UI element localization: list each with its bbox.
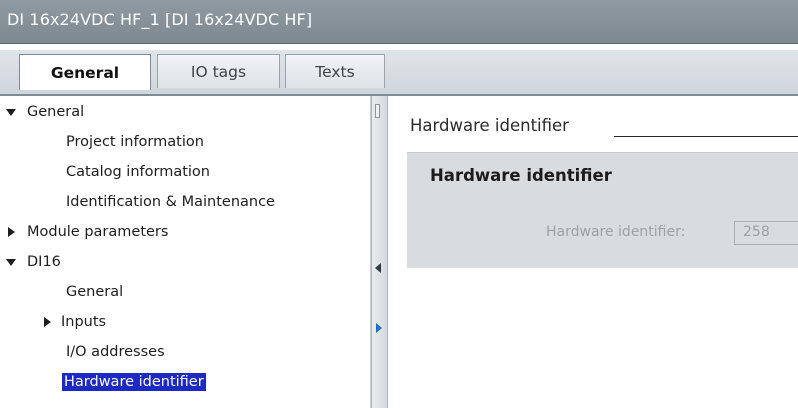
expand-right-arrow-icon[interactable] [376, 323, 382, 333]
expanded-triangle-icon[interactable] [6, 108, 16, 116]
nav-item-module-parameters[interactable]: Module parameters [0, 217, 370, 247]
nav-item-di16-general[interactable]: General [0, 277, 370, 307]
nav-item-label: Module parameters [27, 224, 169, 240]
tab-strip: General IO tags Texts [0, 44, 798, 96]
nav-item-label: General [27, 104, 85, 120]
nav-item-io-addresses[interactable]: I/O addresses [0, 337, 370, 367]
nav-item-project-information[interactable]: Project information [0, 127, 370, 157]
hardware-identifier-field: 258 [734, 221, 798, 245]
navigation-tree: General Project information Catalog info… [0, 96, 371, 408]
nav-item-label: Catalog information [66, 164, 210, 180]
nav-item-hardware-identifier[interactable]: Hardware identifier [0, 367, 370, 397]
tab-texts-label: Texts [315, 62, 355, 81]
tab-general[interactable]: General [19, 54, 151, 90]
nav-item-label: I/O addresses [66, 344, 165, 360]
nav-item-label: Identification & Maintenance [66, 194, 275, 210]
properties-content: Hardware identifier Hardware identifier … [388, 96, 798, 408]
nav-item-label: General [66, 284, 124, 300]
section-heading: Hardware identifier [410, 116, 569, 135]
panel-title: Hardware identifier [430, 166, 612, 185]
expanded-triangle-icon[interactable] [6, 258, 16, 266]
tab-io-tags-label: IO tags [190, 62, 247, 81]
hardware-identifier-panel: Hardware identifier Hardware identifier:… [407, 152, 798, 268]
splitter-grip[interactable] [375, 104, 380, 118]
nav-item-label: Project information [66, 134, 204, 150]
pane-splitter[interactable] [371, 96, 388, 408]
window-title: DI 16x24VDC HF_1 [DI 16x24VDC HF] [7, 10, 313, 29]
tab-general-label: General [50, 63, 120, 82]
nav-item-general[interactable]: General [0, 97, 370, 127]
nav-item-label: DI16 [27, 254, 61, 270]
section-divider [614, 136, 798, 137]
title-bar: DI 16x24VDC HF_1 [DI 16x24VDC HF] [0, 0, 798, 44]
nav-item-catalog-information[interactable]: Catalog information [0, 157, 370, 187]
collapse-left-arrow-icon[interactable] [375, 263, 381, 273]
nav-item-label: Inputs [61, 314, 107, 330]
hardware-identifier-label: Hardware identifier: [546, 224, 686, 240]
nav-item-label: Hardware identifier [62, 373, 206, 391]
tab-io-tags[interactable]: IO tags [157, 54, 280, 88]
nav-item-inputs[interactable]: Inputs [0, 307, 370, 337]
tab-texts[interactable]: Texts [285, 54, 385, 88]
nav-item-di16[interactable]: DI16 [0, 247, 370, 277]
nav-item-identification-maintenance[interactable]: Identification & Maintenance [0, 187, 370, 217]
collapsed-triangle-icon[interactable] [44, 317, 51, 327]
collapsed-triangle-icon[interactable] [8, 227, 15, 237]
